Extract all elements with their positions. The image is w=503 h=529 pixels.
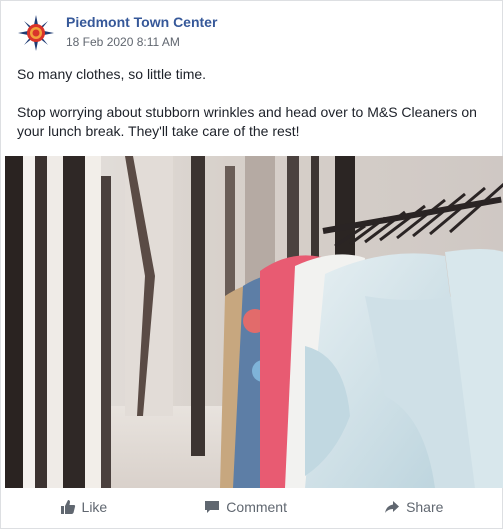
compass-logo-icon[interactable] (18, 15, 54, 51)
share-button[interactable]: Share (372, 495, 455, 519)
page-name-link[interactable]: Piedmont Town Center (66, 14, 217, 30)
comment-button[interactable]: Comment (192, 495, 299, 519)
feed-post: Piedmont Town Center 18 Feb 2020 8:11 AM… (0, 0, 503, 529)
post-timestamp[interactable]: 18 Feb 2020 8:11 AM (66, 35, 180, 49)
like-label: Like (81, 499, 108, 515)
post-header: Piedmont Town Center 18 Feb 2020 8:11 AM (1, 1, 502, 59)
like-button[interactable]: Like (48, 495, 120, 519)
share-arrow-icon (384, 499, 400, 515)
share-label: Share (406, 499, 444, 515)
post-actions: Like Comment Share (1, 491, 502, 523)
thumbs-up-icon (60, 499, 76, 515)
comment-bubble-icon (204, 499, 220, 515)
post-text-line: Stop worrying about stubborn wrinkles an… (17, 104, 477, 139)
post-text: So many clothes, so little time. Stop wo… (17, 65, 487, 141)
comment-label: Comment (226, 499, 287, 515)
clothing-rack-photo[interactable] (5, 156, 503, 488)
post-text-line: So many clothes, so little time. (17, 66, 207, 82)
